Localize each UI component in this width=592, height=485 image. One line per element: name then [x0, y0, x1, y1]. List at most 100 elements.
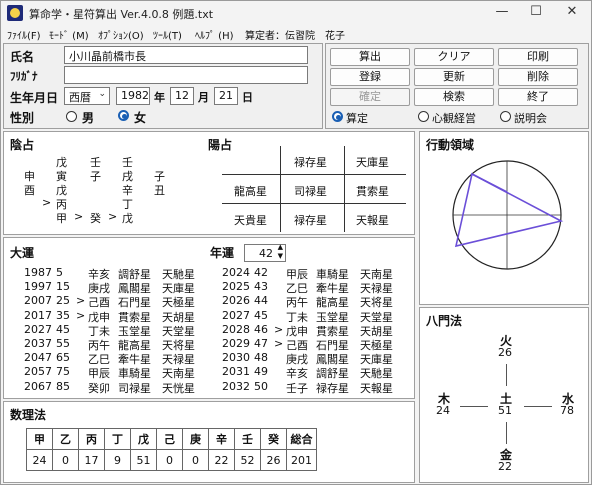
spin-down-icon[interactable]: ▼ — [278, 252, 283, 260]
nenun-cell: 2028 — [222, 322, 250, 336]
yosen-title: 陽占 — [208, 138, 233, 152]
title-bar: 算命学・星符算出 Ver.4.0.8 例題.txt — ☐ ✕ — [1, 1, 591, 25]
numerology-value-cell: 17 — [78, 449, 105, 471]
water-value: 78 — [560, 404, 574, 417]
menu-bar: ﾌｧｲﾙ(F) ﾓｰﾄﾞ (M) ｵﾌﾟｼｮﾝ(O) ﾂｰﾙ(T) ﾍﾙﾌﾟ (… — [1, 25, 591, 43]
numerology-header-cell: 戊 — [130, 428, 157, 450]
spin-up-icon[interactable]: ▲ — [278, 243, 283, 251]
female-radio[interactable] — [118, 110, 129, 121]
taiun-title: 大運 — [10, 246, 35, 260]
menu-mode[interactable]: ﾓｰﾄﾞ (M) — [49, 27, 89, 42]
numerology-header-cell: 壬 — [234, 428, 261, 450]
yosen-grid-line — [280, 146, 281, 232]
numerology-header-cell: 乙 — [52, 428, 79, 450]
hachimon-panel: 八門法 火 26 木 24 土 51 水 78 金 22 — [419, 307, 589, 483]
mode-seminar-label: 説明会 — [514, 112, 547, 125]
yosen-cell: 禄存星 — [294, 214, 327, 227]
male-radio[interactable] — [66, 111, 77, 122]
name-field[interactable]: 小川晶前橋市長 — [64, 46, 308, 64]
month-field[interactable]: 12 — [170, 87, 194, 105]
male-label: 男 — [82, 111, 95, 125]
yosen-cell: 司禄星 — [294, 185, 327, 198]
menu-option[interactable]: ｵﾌﾟｼｮﾝ(O) — [98, 27, 144, 42]
action-area-title: 行動領域 — [426, 138, 475, 152]
nenun-cell: 46 — [254, 322, 268, 336]
nenun-cell: 47 — [254, 337, 268, 350]
sex-label: 性別 — [10, 111, 35, 125]
nenun-cell: 2026 — [222, 294, 250, 308]
numerology-header-row: 甲乙丙丁戊己庚辛壬癸総合 — [26, 428, 317, 450]
connector-line — [524, 406, 552, 407]
taiun-cell: 司禄星 — [118, 381, 151, 395]
taiun-cell: 55 — [56, 337, 70, 350]
insen-cell: 子 — [90, 170, 101, 183]
update-button[interactable]: 更新 — [414, 68, 494, 86]
close-button[interactable]: ✕ — [563, 5, 581, 21]
taiun-cell: 2067 — [24, 379, 52, 393]
kana-field[interactable] — [64, 66, 308, 84]
insen-cell: 丑 — [154, 184, 165, 197]
numerology-value-cell: 26 — [260, 449, 287, 471]
clear-button[interactable]: クリア — [414, 48, 494, 66]
taiun-cell: 15 — [56, 280, 70, 294]
day-field[interactable]: 21 — [214, 87, 238, 105]
taiun-cell: 65 — [56, 351, 70, 365]
numerology-header-cell: 甲 — [26, 428, 53, 450]
register-button[interactable]: 登録 — [330, 68, 410, 86]
nenun-cell: 42 — [254, 266, 268, 279]
minimize-button[interactable]: — — [493, 5, 511, 21]
mode-business-label: 心観経営 — [432, 112, 476, 125]
year-unit: 年 — [154, 91, 165, 104]
taiun-cell: 癸卯 — [88, 381, 110, 395]
nenun-cell: 2031 — [222, 365, 250, 379]
nenun-cell: 壬子 — [286, 381, 308, 395]
taiun-cell: > — [76, 294, 86, 308]
menu-file[interactable]: ﾌｧｲﾙ(F) — [7, 27, 41, 42]
yosen-grid-line — [222, 174, 406, 175]
calculator-name: 算定者：伝習院 花子 — [245, 31, 345, 42]
age-value: 42 — [259, 247, 273, 260]
delete-button[interactable]: 削除 — [498, 68, 578, 86]
numerology-header-cell: 丁 — [104, 428, 131, 450]
taiun-cell: 5 — [56, 266, 63, 279]
exit-button[interactable]: 終了 — [498, 88, 578, 106]
menu-tool[interactable]: ﾂｰﾙ(T) — [153, 27, 182, 42]
insen-cell: 甲 — [56, 212, 67, 225]
mode-business-radio[interactable] — [418, 111, 429, 122]
menu-help[interactable]: ﾍﾙﾌﾟ (H) — [195, 27, 234, 42]
mode-seminar-radio[interactable] — [500, 111, 511, 122]
nenun-cell: 49 — [254, 365, 268, 379]
nenun-cell: 2024 — [222, 266, 250, 279]
earth-value: 51 — [498, 404, 512, 417]
female-label: 女 — [134, 111, 147, 125]
numerology-header-cell: 総合 — [286, 428, 317, 450]
yosen-cell: 天庫星 — [356, 156, 389, 169]
taiun-cell: > — [76, 308, 86, 322]
numerology-value-cell: 24 — [26, 449, 53, 471]
age-spinner[interactable]: 42 ▲ ▼ — [244, 243, 286, 262]
numerology-value-row: 24 0 17 9 51 0 0 22 52 26 201 — [26, 449, 317, 471]
year-field[interactable]: 1982 — [116, 87, 150, 105]
numerology-value-cell: 0 — [156, 449, 183, 471]
yosen-cell: 禄存星 — [294, 156, 327, 169]
nenun-cell: 48 — [254, 351, 268, 365]
taiun-cell: 1987 — [24, 266, 52, 279]
mode-calc-radio[interactable] — [332, 111, 343, 122]
numerology-value-cell: 51 — [130, 449, 157, 471]
numerology-value-cell: 201 — [286, 449, 317, 471]
print-button[interactable]: 印刷 — [498, 48, 578, 66]
taiun-cell: 75 — [56, 365, 70, 379]
mode-calc-label: 算定 — [346, 112, 368, 125]
taiun-cell: 2007 — [24, 294, 52, 308]
confirm-button[interactable]: 確定 — [330, 88, 410, 106]
day-unit: 日 — [242, 91, 253, 104]
nenun-cell: 50 — [254, 379, 268, 393]
numerology-value-cell: 0 — [182, 449, 209, 471]
nenun-cell: 2027 — [222, 308, 250, 322]
era-select[interactable]: 西暦 ⌄ — [64, 87, 110, 105]
yosen-cell: 天報星 — [356, 214, 389, 227]
maximize-button[interactable]: ☐ — [527, 5, 545, 21]
taiun-cell: 天恍星 — [162, 381, 195, 395]
calc-button[interactable]: 算出 — [330, 48, 410, 66]
search-button[interactable]: 検索 — [414, 88, 494, 106]
